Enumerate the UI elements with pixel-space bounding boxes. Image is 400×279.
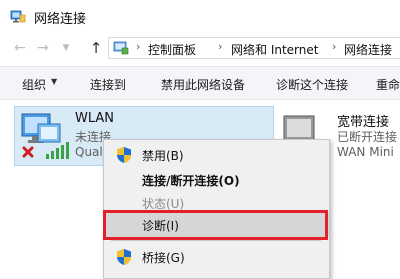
menu-item-bridge[interactable]: 桥接(G) <box>104 245 329 269</box>
up-arrow-icon[interactable]: ↑ <box>88 40 104 56</box>
menu-item-connect-disconnect[interactable]: 连接/断开连接(O) <box>104 168 329 192</box>
diagnose-connection-button[interactable]: 诊断这个连接 <box>276 76 348 93</box>
breadcrumb-separator: › <box>218 40 223 53</box>
connection-name: WLAN <box>75 111 115 126</box>
breadcrumb-separator: › <box>332 40 337 53</box>
uac-shield-icon <box>117 249 131 265</box>
network-connections-icon <box>10 10 26 23</box>
uac-shield-icon <box>117 147 131 163</box>
disable-device-button[interactable]: 禁用此网络设备 <box>161 76 245 93</box>
menu-item-label: 连接/断开连接(O) <box>142 174 240 188</box>
connect-to-button[interactable]: 连接到 <box>90 76 126 93</box>
menu-item-disable[interactable]: 禁用(B) <box>104 143 329 167</box>
organize-button[interactable]: 组织 <box>22 76 46 93</box>
breadcrumb-control-panel[interactable]: 控制面板 <box>148 41 196 58</box>
breadcrumb-network-connections[interactable]: 网络连接 <box>344 41 392 58</box>
forward-arrow-icon[interactable]: → <box>35 40 51 56</box>
menu-separator <box>111 240 321 241</box>
breadcrumb-separator: › <box>136 40 141 53</box>
menu-item-label: 桥接(G) <box>142 251 185 265</box>
back-arrow-icon[interactable]: ← <box>12 40 28 56</box>
menu-item-label: 禁用(B) <box>142 149 184 163</box>
wifi-adapter-icon <box>21 113 69 159</box>
window-title: 网络连接 <box>34 12 87 27</box>
connection-status: 已断开连接 <box>337 130 398 144</box>
recent-locations-chevron-icon[interactable]: ▼ <box>58 40 74 56</box>
connection-adapter: WAN Mini <box>337 145 394 159</box>
highlight-annotation <box>103 210 328 240</box>
chevron-down-icon[interactable]: ▼ <box>51 77 57 86</box>
rename-button[interactable]: 重命 <box>376 76 400 93</box>
control-panel-icon <box>113 41 129 55</box>
breadcrumb-network-internet[interactable]: 网络和 Internet <box>231 41 318 58</box>
